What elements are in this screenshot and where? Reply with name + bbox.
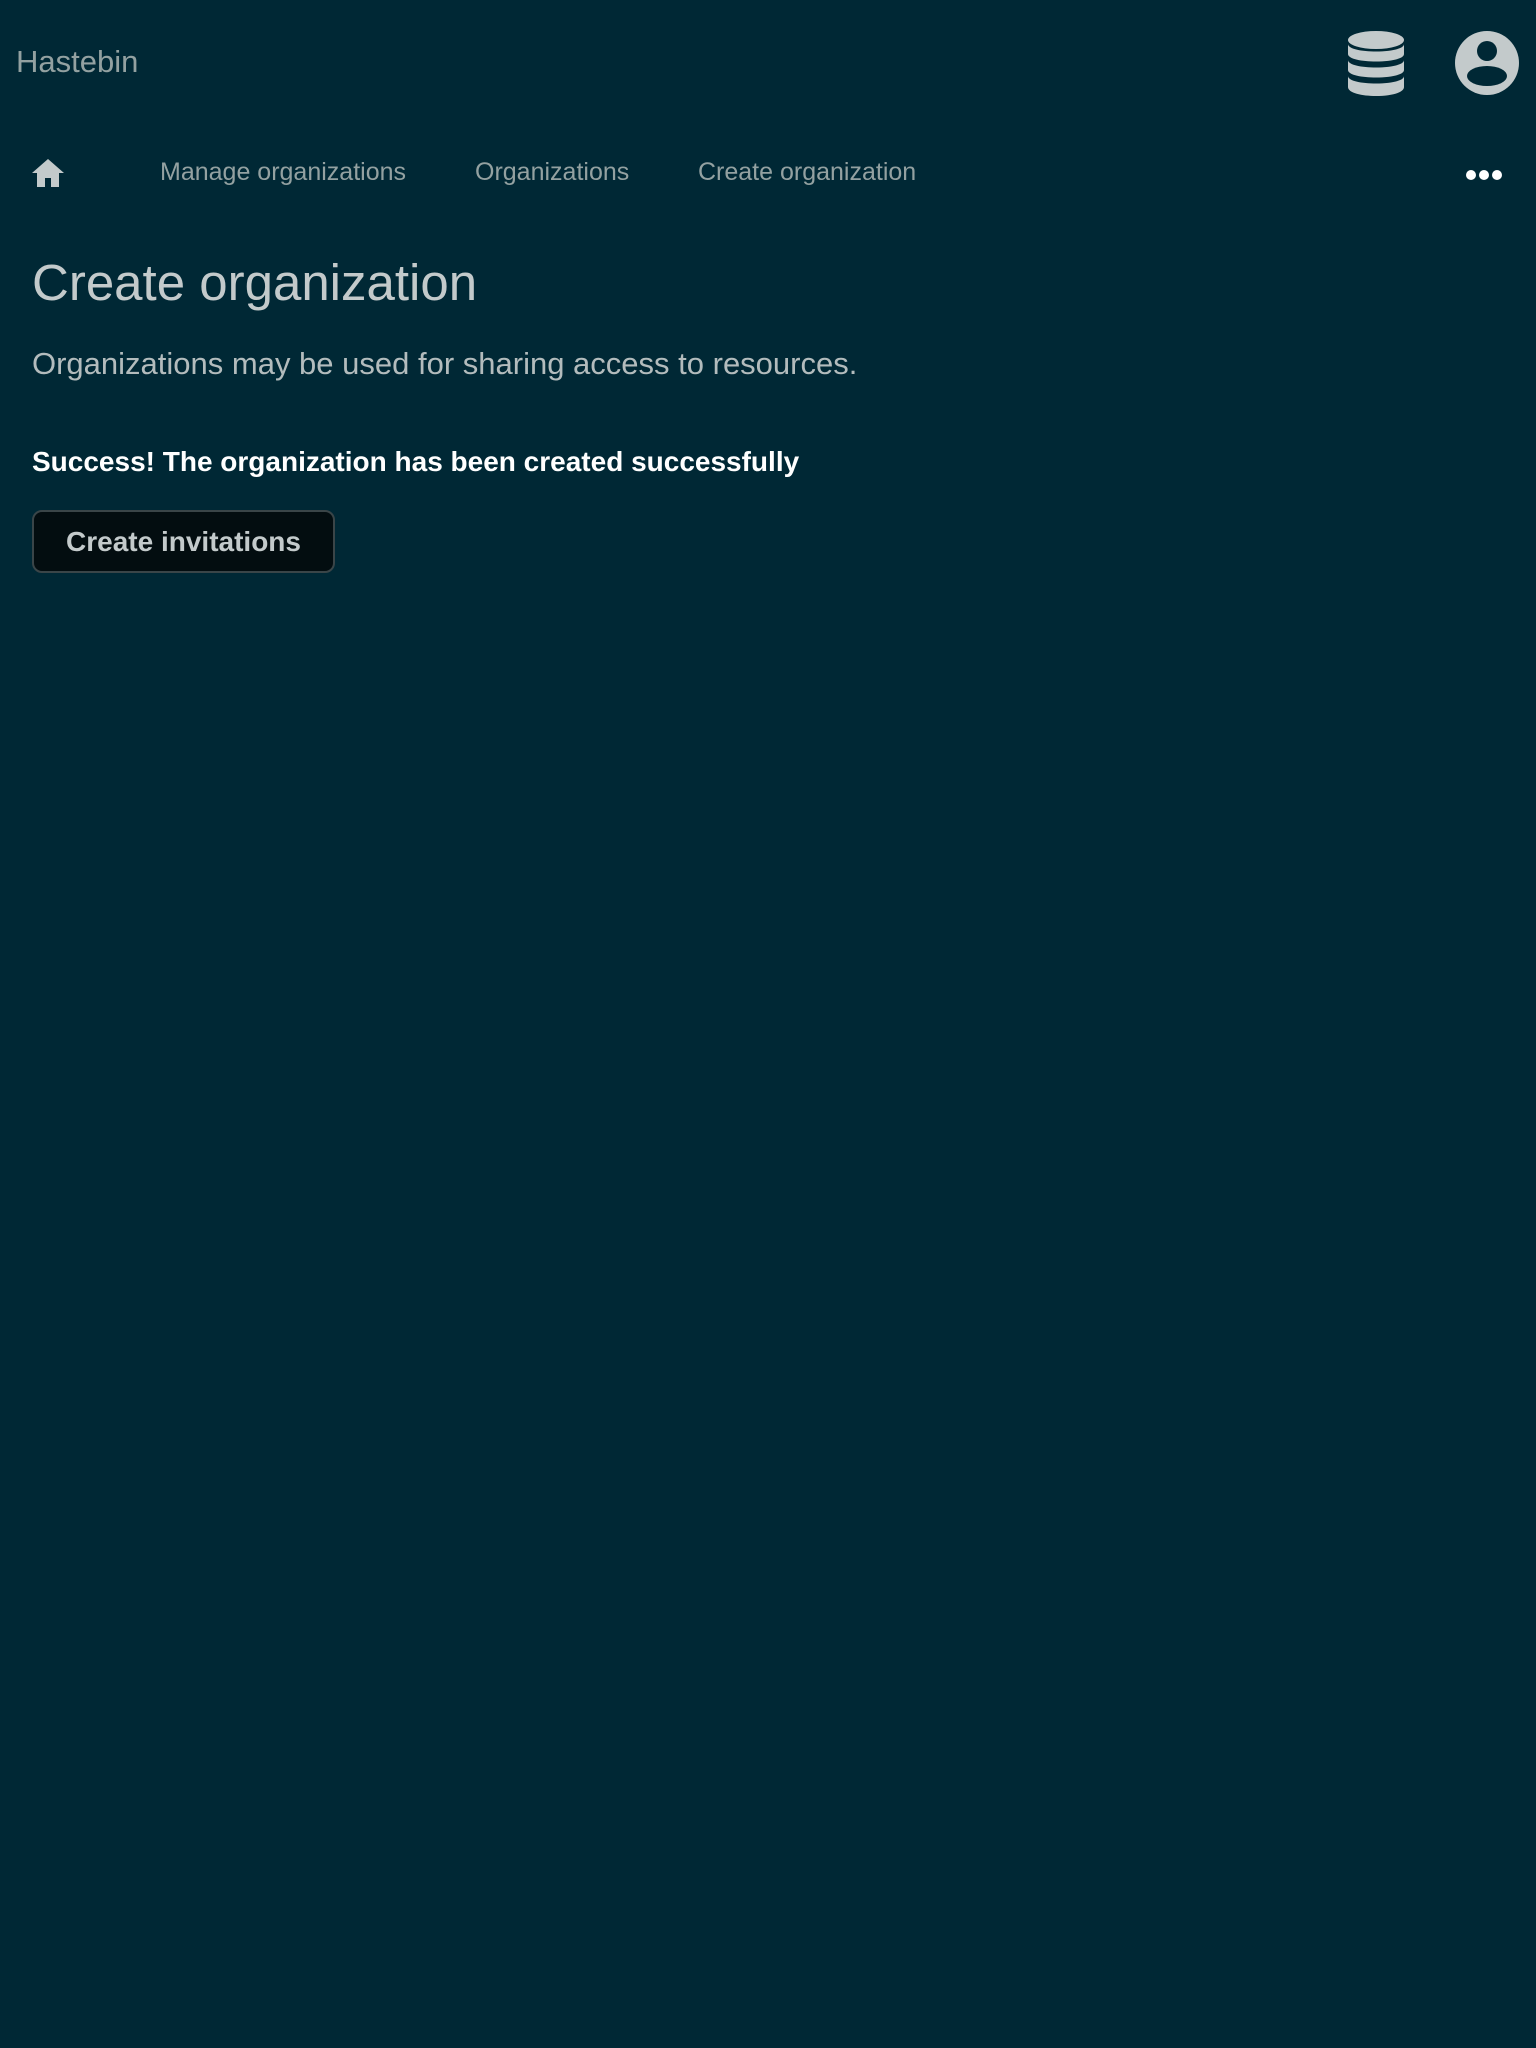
top-header: Hastebin (0, 0, 1536, 124)
app-root: Hastebin Manage organizations Organizati… (0, 0, 1536, 2048)
home-icon-graphic (32, 159, 64, 187)
create-invitations-button[interactable]: Create invitations (32, 510, 335, 573)
ellipsis-icon[interactable] (1464, 168, 1504, 182)
breadcrumb-nav: Manage organizations Organizations Creat… (0, 140, 1536, 210)
database-icon-graphic (1348, 31, 1404, 96)
database-icon[interactable] (1346, 30, 1406, 98)
success-message: Success! The organization has been creat… (32, 446, 800, 477)
nav-manage-organizations[interactable]: Manage organizations (160, 154, 406, 190)
nav-create-organization[interactable]: Create organization (698, 154, 916, 190)
page-title: Create organization (32, 254, 478, 311)
user-circle-icon-graphic (1455, 31, 1519, 95)
home-icon[interactable] (30, 155, 66, 191)
user-circle-icon[interactable] (1454, 30, 1520, 96)
nav-organizations[interactable]: Organizations (475, 154, 629, 190)
brand-link[interactable]: Hastebin (16, 40, 138, 84)
page-description: Organizations may be used for sharing ac… (32, 346, 858, 381)
ellipsis-icon-graphic (1466, 170, 1502, 180)
